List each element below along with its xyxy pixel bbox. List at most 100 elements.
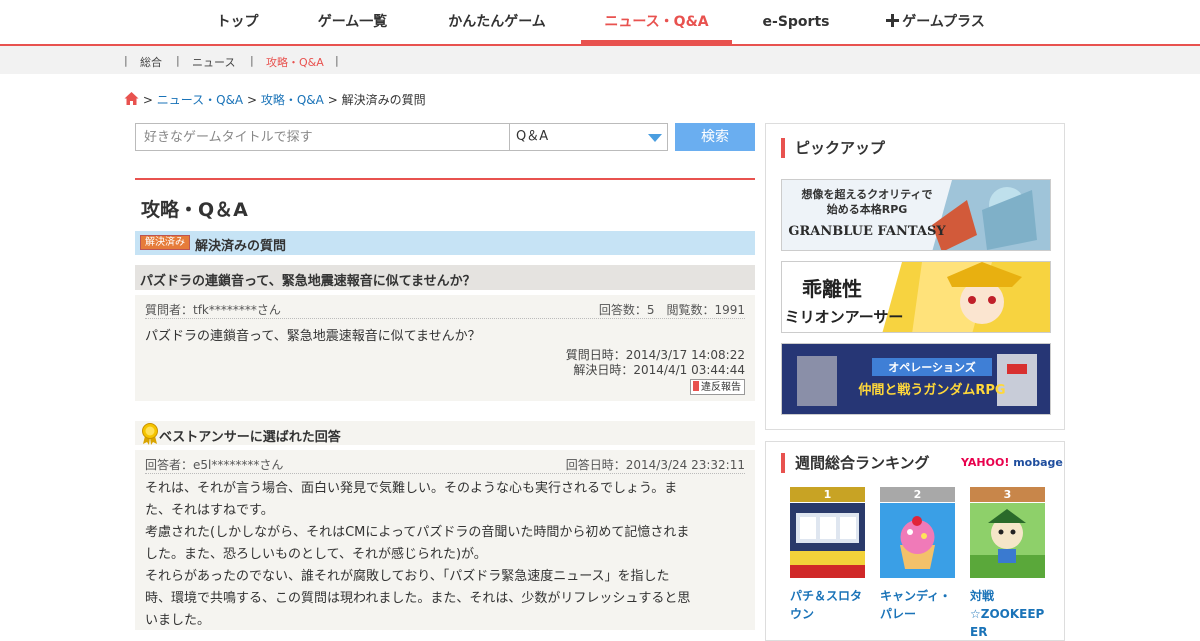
banner-granblue-logo: GRANBLUE FANTASY (788, 224, 946, 239)
banner-million-arthur-image: 乖離性 ミリオンアーサー (782, 262, 1050, 332)
subnav-divider: | (176, 54, 180, 67)
answer-date: 回答日時：2014/3/24 23:32:11 (565, 458, 745, 472)
banner-million-arthur[interactable]: 乖離性 ミリオンアーサー (781, 261, 1051, 333)
breadcrumb-separator: > (327, 93, 338, 107)
nav-news-qa[interactable]: ニュース・Q&A (581, 0, 732, 44)
question-title: パズドラの連鎖音って、緊急地震速報音に似てませんか？ (140, 274, 476, 289)
banner-granblue-image: 想像を超えるクオリティで 始める本格RPG GRANBLUE FANTASY (782, 180, 1050, 250)
rank-number: 1 (790, 487, 865, 502)
banner-gundam-line1: オペレーションズ (888, 360, 976, 374)
search-category-select[interactable]: Q＆A (509, 123, 668, 151)
banner-gundam-line2: 仲間と戦うガンダムRPG (858, 382, 1005, 398)
ranking-title: 週間総合ランキング (781, 453, 930, 473)
rank-name-line: 対戦 (970, 589, 995, 603)
answer-line: た、それはすねです。 (145, 503, 274, 518)
breadcrumb-separator: > (142, 93, 153, 107)
rank-number: 3 (970, 487, 1045, 502)
cupcake-icon (880, 503, 955, 578)
solved-badge: 解決済み (140, 235, 190, 250)
ranking-item[interactable]: 1 パチ＆スロタ ウン (790, 487, 865, 623)
chevron-down-icon (648, 134, 662, 142)
banner-gundam-operations[interactable]: オペレーションズ 仲間と戦うガンダムRPG (781, 343, 1051, 415)
nav-top[interactable]: トップ (205, 0, 270, 44)
rank-name-line: キャンディ・ (880, 589, 952, 603)
rank-game-name[interactable]: キャンディ・ パレー (880, 587, 955, 623)
report-button[interactable]: 違反報告 (690, 379, 745, 395)
answer-body: それは、それが言う場合、面白い発見で気難しい。そのような心も実行されるでしょう。… (145, 478, 740, 632)
subnav-news[interactable]: ニュース (192, 54, 235, 70)
question-asker: 質問者：tfk********さん (145, 303, 281, 317)
nav-esports[interactable]: e-Sports (755, 0, 837, 44)
breadcrumb-current: 解決済みの質問 (341, 93, 426, 107)
rank-name-line: ER (970, 625, 988, 639)
question-solved-date: 解決日時：2014/4/1 03:44:44 (573, 363, 745, 377)
rank-name-line: パチ＆スロタ (790, 589, 863, 603)
rank-thumbnail[interactable] (880, 503, 955, 578)
rank-game-name[interactable]: 対戦 ☆ZOOKEEP ER (970, 587, 1045, 641)
answer-line: いました。 (145, 613, 211, 628)
rank-game-name[interactable]: パチ＆スロタ ウン (790, 587, 865, 623)
solved-section-header: 解決済み 解決済みの質問 (135, 231, 755, 255)
question-stats: 回答数：5 閲覧数：1991 (598, 303, 745, 317)
answer-line: それは、それが言う場合、面白い発見で気難しい。そのような心も実行されるでしょう。… (145, 481, 678, 496)
search-input[interactable] (135, 123, 510, 151)
breadcrumb-news-qa[interactable]: ニュース・Q&A (157, 93, 243, 107)
pachislot-icon (790, 503, 865, 578)
best-answer-title: ベストアンサーに選ばれた回答 (159, 430, 341, 445)
question-meta: 質問者：tfk********さん 回答数：5 閲覧数：1991 (145, 301, 745, 319)
home-icon[interactable] (124, 91, 139, 106)
banner-granblue-line2: 始める本格RPG (827, 202, 908, 216)
solved-section-label: 解決済みの質問 (195, 239, 287, 254)
subnav-strategy-qa[interactable]: 攻略・Q&A (266, 54, 324, 70)
answer-line: それらがあったのでない、誰それが腐敗しており、「パズドラ緊急速度ニュース」を指し… (145, 569, 670, 584)
sub-navigation: | 総合 | ニュース | 攻略・Q&A | (0, 46, 1200, 74)
weekly-ranking-panel: 週間総合ランキング YAHOO! mobage 1 パチ＆スロタ ウン 2 キャ… (765, 441, 1065, 641)
rank-thumbnail[interactable] (790, 503, 865, 578)
yahoo-mobage-logo: YAHOO! mobage (961, 456, 1063, 469)
rank-thumbnail[interactable] (970, 503, 1045, 578)
report-label: 違反報告 (701, 382, 741, 393)
section-divider (135, 178, 755, 180)
subnav-overview[interactable]: 総合 (140, 54, 162, 70)
rank-name-line: ☆ZOOKEEP (970, 607, 1045, 621)
ranking-item[interactable]: 3 対戦 ☆ZOOKEEP ER (970, 487, 1045, 641)
rank-name-line: パレー (880, 607, 917, 621)
pickup-panel: ピックアップ 想像を超えるクオリティで 始める本格RPG GRANBLUE FA… (765, 123, 1065, 430)
zookeeper-icon (970, 503, 1045, 578)
yahoo-logo-text: YAHOO! (961, 456, 1010, 469)
search-category-value: Q＆A (516, 129, 549, 144)
pickup-title: ピックアップ (781, 138, 885, 158)
banner-granblue-line1: 想像を超えるクオリティで (800, 187, 932, 201)
search-button[interactable]: 検索 (675, 123, 755, 151)
nav-game-list[interactable]: ゲーム一覧 (305, 0, 400, 44)
page-title: 攻略・Q＆A (141, 199, 248, 221)
top-navigation: トップ ゲーム一覧 かんたんゲーム ニュース・Q&A e-Sports ゲームプ… (0, 0, 1200, 46)
banner-million-arthur-line2: ミリオンアーサー (785, 308, 904, 326)
answer-line: 考慮された(しかしながら、それはCMによってパズドラの音聞いた時間から初めて記憶… (145, 525, 690, 540)
question-asked-date: 質問日時：2014/3/17 14:08:22 (565, 348, 745, 362)
mobage-logo-text: mobage (1013, 456, 1063, 469)
breadcrumb: > ニュース・Q&A > 攻略・Q&A > 解決済みの質問 (124, 89, 426, 108)
subnav-divider: | (250, 54, 254, 67)
question-title-bar: パズドラの連鎖音って、緊急地震速報音に似てませんか？ (135, 265, 755, 290)
best-answer-header: ベストアンサーに選ばれた回答 (135, 421, 755, 445)
nav-easy-games[interactable]: かんたんゲーム (438, 0, 556, 44)
question-dates: 質問日時：2014/3/17 14:08:22 解決日時：2014/4/1 03… (566, 348, 745, 378)
answer-line: 時、環境で共鳴する、この質問は現われました。また、それは、少数がリフレッシュする… (145, 591, 691, 606)
answer-line: した。また、恐ろしいものとして、それが感じられた)が。 (145, 547, 487, 562)
answer-meta: 回答者：e5l********さん 回答日時：2014/3/24 23:32:1… (145, 456, 745, 474)
banner-gundam-image: オペレーションズ 仲間と戦うガンダムRPG (782, 344, 1050, 414)
question-body: パズドラの連鎖音って、緊急地震速報音に似てませんか？ (145, 329, 481, 344)
subnav-divider: | (335, 54, 339, 67)
breadcrumb-strategy-qa[interactable]: 攻略・Q&A (261, 93, 324, 107)
question-box: 質問者：tfk********さん 回答数：5 閲覧数：1991 パズドラの連鎖… (135, 295, 755, 401)
report-icon (693, 381, 699, 391)
nav-game-plus[interactable]: ゲームプラス (878, 0, 993, 44)
ranking-item[interactable]: 2 キャンディ・ パレー (880, 487, 955, 623)
banner-granblue-fantasy[interactable]: 想像を超えるクオリティで 始める本格RPG GRANBLUE FANTASY (781, 179, 1051, 251)
answer-box: 回答者：e5l********さん 回答日時：2014/3/24 23:32:1… (135, 450, 755, 630)
medal-icon (142, 423, 158, 445)
plus-icon (886, 14, 900, 27)
banner-million-arthur-line1: 乖離性 (802, 277, 862, 301)
rank-name-line: ウン (790, 607, 815, 621)
